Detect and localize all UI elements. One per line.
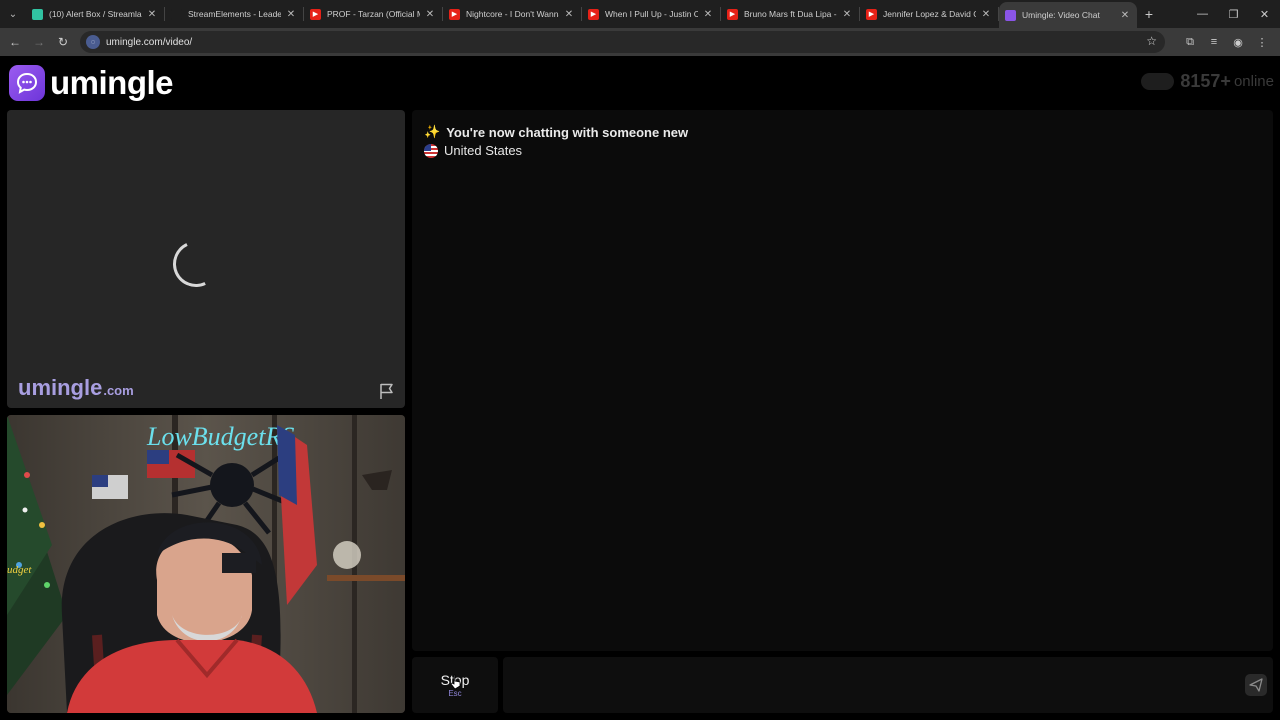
youtube-icon: ▶ [449,8,460,20]
chat-country: United States [444,143,523,158]
streamlabs-icon [32,8,43,20]
tab-close-icon[interactable]: ✕ [424,9,436,20]
browser-tab[interactable]: Umingle: Video Chat ✕ [999,2,1137,28]
online-toggle[interactable] [1141,73,1175,90]
chat-country-line: United States [424,143,522,158]
watermark-main: umingle [18,375,103,400]
stranger-video: umingle.com [7,110,405,408]
browser-tab[interactable]: (10) Alert Box / Streamlab ✕ [26,0,164,28]
media-controls-icon[interactable]: ≡ [1202,36,1226,48]
tab-close-icon[interactable]: ✕ [146,9,158,20]
loading-spinner-icon [166,234,226,294]
online-label: online [1233,73,1274,90]
close-window-icon[interactable]: ✕ [1249,8,1280,21]
watermark-tld: .com [103,383,134,398]
svg-text:LowBudgetRS: LowBudgetRS [146,422,294,451]
tab-search-icon[interactable]: ⌄ [0,0,26,28]
tab-title: (10) Alert Box / Streamlab [49,9,142,19]
youtube-icon: ▶ [310,8,321,20]
stop-key-hint: Esc [448,689,462,698]
svg-text:udget: udget [7,564,32,576]
restore-icon[interactable]: ❐ [1218,8,1249,21]
send-button[interactable] [1245,674,1267,696]
tab-title: When I Pull Up - Justin Ch [605,9,698,19]
chat-status-message: You're now chatting with someone new [446,124,689,140]
tab-close-icon[interactable]: ✕ [980,9,992,20]
browser-menu-icon[interactable]: ⋮ [1250,36,1274,49]
minimize-icon[interactable]: — [1187,8,1218,20]
tab-title: Umingle: Video Chat [1022,10,1100,20]
youtube-icon: ▶ [727,8,738,20]
tab-close-icon[interactable]: ✕ [563,9,575,20]
us-flag-icon [424,143,438,158]
tab-close-icon[interactable]: ✕ [841,9,853,20]
browser-tab[interactable]: ▶ Bruno Mars ft Dua Lipa - ✕ [721,0,859,28]
tab-title: StreamElements - Leaderb [188,9,281,19]
youtube-icon: ▶ [866,8,877,20]
tab-close-icon[interactable]: ✕ [702,9,714,20]
chat-bubble-logo-icon [9,65,45,101]
browser-tab[interactable]: ▶ PROF - Tarzan (Official Mu ✕ [304,0,442,28]
umingle-watermark: umingle.com [18,375,134,401]
forward-icon[interactable]: → [27,35,51,49]
browser-tab[interactable]: ▶ When I Pull Up - Justin Ch ✕ [582,0,720,28]
tab-title: PROF - Tarzan (Official Mu [327,9,420,19]
back-icon[interactable]: ← [3,35,27,49]
browser-tab[interactable]: ▶ Nightcore - I Don't Wanna ✕ [443,0,581,28]
report-flag-icon[interactable] [378,382,396,400]
self-webcam-video: LowBudgetRS udget [7,415,405,713]
address-bar[interactable]: ◌ umingle.com/video/ ☆ [80,31,1165,53]
new-tab-button[interactable]: + [1137,6,1161,22]
tab-close-icon[interactable]: ✕ [1119,10,1131,21]
bookmark-star-icon[interactable]: ☆ [1146,34,1157,48]
mouse-cursor-icon [450,674,462,690]
browser-tab[interactable]: ▶ Jennifer Lopez & David G ✕ [860,0,998,28]
chat-status-line: ✨ You're now chatting with someone new [424,124,688,140]
browser-tab-strip: ⌄ (10) Alert Box / Streamlab ✕ StreamEleme… [0,0,1280,28]
message-input[interactable] [503,657,1273,713]
site-info-icon[interactable]: ◌ [86,35,100,49]
online-count: 8157+ [1180,71,1231,91]
umingle-logo[interactable]: umingle [9,64,174,102]
umingle-icon [1005,9,1016,21]
chat-panel: ✨ You're now chatting with someone new U… [412,110,1273,651]
extensions-icon[interactable]: ⧉ [1178,36,1202,49]
tab-title: Jennifer Lopez & David G [883,9,976,19]
reload-icon[interactable]: ↻ [51,35,75,49]
window-controls: — ❐ ✕ [1187,0,1280,28]
sparkles-icon: ✨ [424,124,441,139]
tab-title: Nightcore - I Don't Wanna [466,9,559,19]
browser-tab[interactable]: StreamElements - Leaderb ✕ [165,0,303,28]
profile-icon[interactable]: ◉ [1226,36,1250,49]
tab-title: Bruno Mars ft Dua Lipa - [744,9,837,19]
streamelements-icon [171,8,182,20]
send-icon [1249,678,1263,692]
youtube-icon: ▶ [588,8,599,20]
umingle-page: umingle 8157+ online umingle.com LowBudg… [0,56,1280,720]
tab-close-icon[interactable]: ✕ [285,9,297,20]
logo-text: umingle [50,64,174,101]
browser-toolbar: ← → ↻ ◌ umingle.com/video/ ☆ ⧉ ≡ ◉ ⋮ [0,28,1280,56]
address-url: umingle.com/video/ [106,36,193,48]
online-indicator: 8157+ online [1141,71,1274,92]
